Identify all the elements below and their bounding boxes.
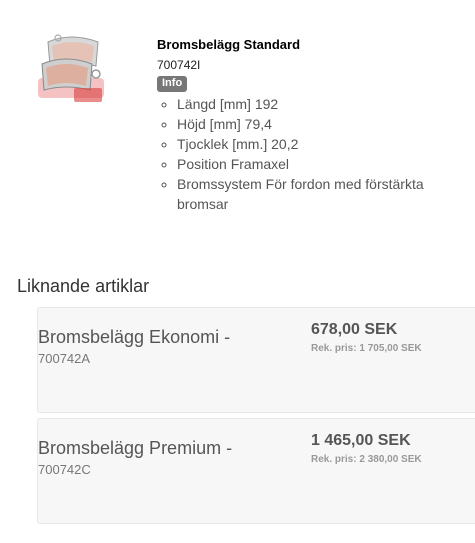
product-sku: 700742I (157, 58, 201, 72)
card-product-name[interactable]: Bromsbelägg Premium - (38, 438, 232, 458)
spec-item: Bromssystem För fordon med förstärkta br… (177, 174, 457, 214)
product-detail: Bromsbelägg Standard 700742I Info Längd … (36, 30, 456, 230)
spec-item: Tjocklek [mm.] 20,2 (177, 134, 457, 154)
card-price: 678,00 SEK (311, 321, 398, 338)
product-title: Bromsbelägg Standard (157, 37, 301, 52)
product-info: Bromsbelägg Standard 700742I Info Längd … (157, 37, 457, 214)
card-product-sku: 700742A (38, 351, 91, 366)
spec-list: Längd [mm] 192 Höjd [mm] 79,4 Tjocklek [… (157, 94, 457, 214)
spec-item: Längd [mm] 192 (177, 94, 457, 114)
spec-item: Höjd [mm] 79,4 (177, 114, 457, 134)
card-recommended-price: Rek. pris: 1 705,00 SEK (311, 343, 422, 354)
similar-article-card[interactable]: Bromsbelägg Premium - 700742C 1 465,00 S… (37, 418, 475, 524)
brake-pads-icon (38, 34, 104, 102)
card-product-name[interactable]: Bromsbelägg Ekonomi - (38, 327, 230, 347)
info-badge[interactable]: Info (157, 76, 188, 92)
spec-item: Position Framaxel (177, 154, 457, 174)
brake-pads-image[interactable] (36, 30, 106, 110)
card-recommended-price: Rek. pris: 2 380,00 SEK (311, 454, 422, 465)
similar-articles-heading: Liknande artiklar (17, 276, 150, 296)
card-price: 1 465,00 SEK (311, 432, 411, 449)
card-product-sku: 700742C (38, 462, 91, 477)
similar-article-card[interactable]: Bromsbelägg Ekonomi - 700742A 678,00 SEK… (37, 307, 475, 413)
